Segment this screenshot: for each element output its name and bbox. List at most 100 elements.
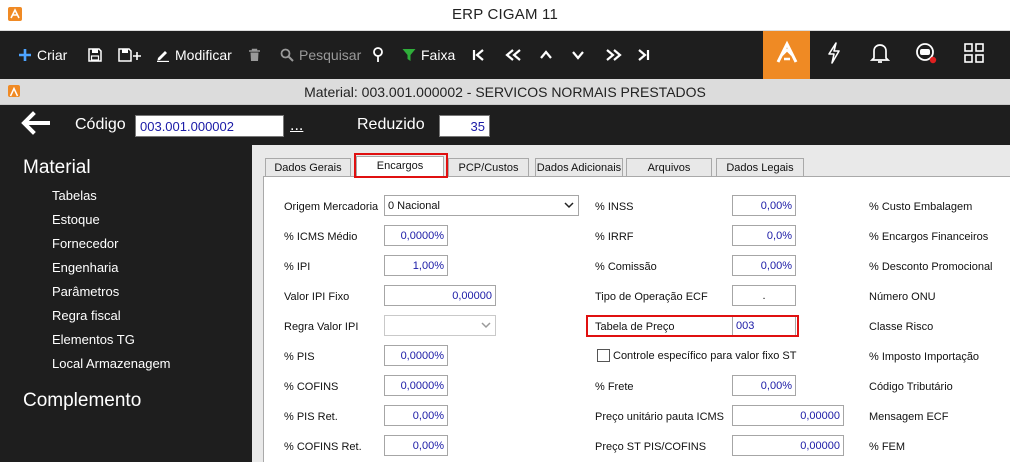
ipi-fixo-field[interactable]: 0,00000 (384, 285, 496, 306)
origem-value: 0 Nacional (388, 200, 440, 212)
chevron-down-icon (481, 320, 491, 333)
numero-onu-label: Número ONU (869, 291, 936, 303)
icms-label: % ICMS Médio (284, 231, 358, 243)
cigam-logo-icon (774, 40, 800, 71)
encargos-financeiros-label: % Encargos Financeiros (869, 231, 989, 243)
apps-grid-icon (964, 42, 984, 68)
tab-dados-gerais[interactable]: Dados Gerais (265, 158, 351, 177)
save-add-icon (118, 45, 142, 65)
cofins-field[interactable]: 0,0000% (384, 375, 448, 396)
first-record-button[interactable] (472, 31, 491, 79)
ipi-label: % IPI (284, 261, 311, 273)
controle-label: Controle específico para valor fixo ST (613, 350, 797, 362)
last-icon (636, 45, 650, 65)
range-filter-button[interactable]: Faixa (402, 31, 455, 79)
search-button[interactable]: Pesquisar (280, 31, 361, 79)
codigo-lookup-button[interactable]: ... (290, 117, 303, 135)
pis-ret-label: % PIS Ret. (284, 411, 338, 423)
tab-dados-adicionais[interactable]: Dados Adicionais (535, 158, 623, 177)
create-button[interactable]: Criar (18, 31, 67, 79)
sidebar-item-tabelas[interactable]: Tabelas (52, 188, 97, 203)
edit-icon (156, 45, 170, 65)
first-icon (472, 45, 486, 65)
window-title: ERP CIGAM 11 (451, 6, 559, 23)
fem-label: % FEM (869, 441, 906, 453)
last-record-button[interactable] (636, 31, 655, 79)
ipi-fixo-label: Valor IPI Fixo (284, 291, 350, 303)
sidebar-item-parametros[interactable]: Parâmetros (52, 284, 119, 299)
support-icon (914, 41, 938, 70)
tab-pcp-custos[interactable]: PCP/Custos (448, 158, 529, 177)
chevron-down-icon (564, 200, 574, 213)
delete-button[interactable] (248, 31, 266, 79)
regra-ipi-select[interactable] (384, 315, 496, 336)
sidebar-item-engenharia[interactable]: Engenharia (52, 260, 119, 275)
codigo-tributario-label: Código Tributário (869, 381, 953, 393)
cofins-ret-field[interactable]: 0,00% (384, 435, 448, 456)
irrf-field[interactable]: 0,0% (732, 225, 796, 246)
controle-checkbox[interactable] (597, 349, 610, 362)
location-button[interactable] (372, 31, 389, 79)
classe-risco-label: Classe Risco (869, 321, 934, 333)
encargos-panel: Origem Mercadoria 0 Nacional % ICMS Médi… (263, 176, 1010, 462)
apps-menu-button[interactable] (951, 31, 997, 79)
preco-pauta-label: Preço unitário pauta ICMS (595, 411, 725, 423)
mensagem-ecf-label: Mensagem ECF (869, 411, 949, 423)
encargos-tab-highlight (354, 153, 448, 178)
range-filter-label: Faixa (421, 47, 456, 63)
preco-st-field[interactable]: 0,00000 (732, 435, 844, 456)
preco-pauta-field[interactable]: 0,00000 (732, 405, 844, 426)
sidebar-item-estoque[interactable]: Estoque (52, 212, 100, 227)
previous-page-button[interactable] (505, 31, 528, 79)
pis-ret-field[interactable]: 0,00% (384, 405, 448, 426)
custo-embalagem-label: % Custo Embalagem (869, 201, 973, 213)
cofins-ret-label: % COFINS Ret. (284, 441, 362, 453)
tipo-ecf-field[interactable]: . (732, 285, 796, 306)
filter-icon (402, 45, 416, 65)
sidebar-section-complemento[interactable]: Complemento (23, 390, 141, 412)
next-record-button[interactable] (571, 31, 590, 79)
ipi-field[interactable]: 1,00% (384, 255, 448, 276)
reduzido-label: Reduzido (357, 116, 425, 133)
inss-label: % INSS (595, 201, 634, 213)
icms-field[interactable]: 0,0000% (384, 225, 448, 246)
cofins-label: % COFINS (284, 381, 339, 393)
pis-label: % PIS (284, 351, 315, 363)
desconto-promocional-label: % Desconto Promocional (869, 261, 993, 273)
reduzido-input[interactable]: 35 (439, 115, 490, 137)
tab-dados-legais[interactable]: Dados Legais (716, 158, 804, 177)
frete-field[interactable]: 0,00% (732, 375, 796, 396)
quick-actions-button[interactable] (811, 31, 857, 79)
modify-button[interactable]: Modificar (156, 31, 232, 79)
origem-label: Origem Mercadoria (284, 201, 379, 213)
inss-field[interactable]: 0,00% (732, 195, 796, 216)
next-page-button[interactable] (604, 31, 627, 79)
sidebar-section-material[interactable]: Material (23, 157, 91, 179)
pis-field[interactable]: 0,0000% (384, 345, 448, 366)
cigam-menu-button[interactable] (763, 31, 810, 79)
sidebar-item-local-armazenagem[interactable]: Local Armazenagem (52, 356, 171, 371)
comissao-label: % Comissão (595, 261, 657, 273)
save-button[interactable] (88, 31, 107, 79)
comissao-field[interactable]: 0,00% (732, 255, 796, 276)
tipo-ecf-label: Tipo de Operação ECF (595, 291, 708, 303)
prev-fast-icon (505, 45, 523, 65)
origem-select[interactable]: 0 Nacional (384, 195, 579, 216)
previous-record-button[interactable] (539, 31, 558, 79)
code-bar: Código 003.001.000002 ... Reduzido 35 (0, 105, 1010, 145)
sidebar-item-fornecedor[interactable]: Fornecedor (52, 236, 118, 251)
codigo-input[interactable]: 003.001.000002 (135, 115, 284, 137)
tab-arquivos[interactable]: Arquivos (626, 158, 712, 177)
support-button[interactable] (903, 31, 949, 79)
notifications-button[interactable] (857, 31, 903, 79)
search-label: Pesquisar (299, 47, 362, 63)
main-content: Dados Gerais Encargos PCP/Custos Dados A… (252, 145, 1010, 462)
search-icon (280, 45, 294, 65)
lightning-icon (826, 41, 842, 69)
sidebar-item-regra-fiscal[interactable]: Regra fiscal (52, 308, 121, 323)
record-header: Material: 003.001.000002 - SERVICOS NORM… (0, 79, 1010, 105)
back-button[interactable] (18, 110, 52, 139)
save-new-button[interactable] (118, 31, 147, 79)
sidebar-item-elementos-tg[interactable]: Elementos TG (52, 332, 135, 347)
create-label: Criar (37, 47, 68, 63)
